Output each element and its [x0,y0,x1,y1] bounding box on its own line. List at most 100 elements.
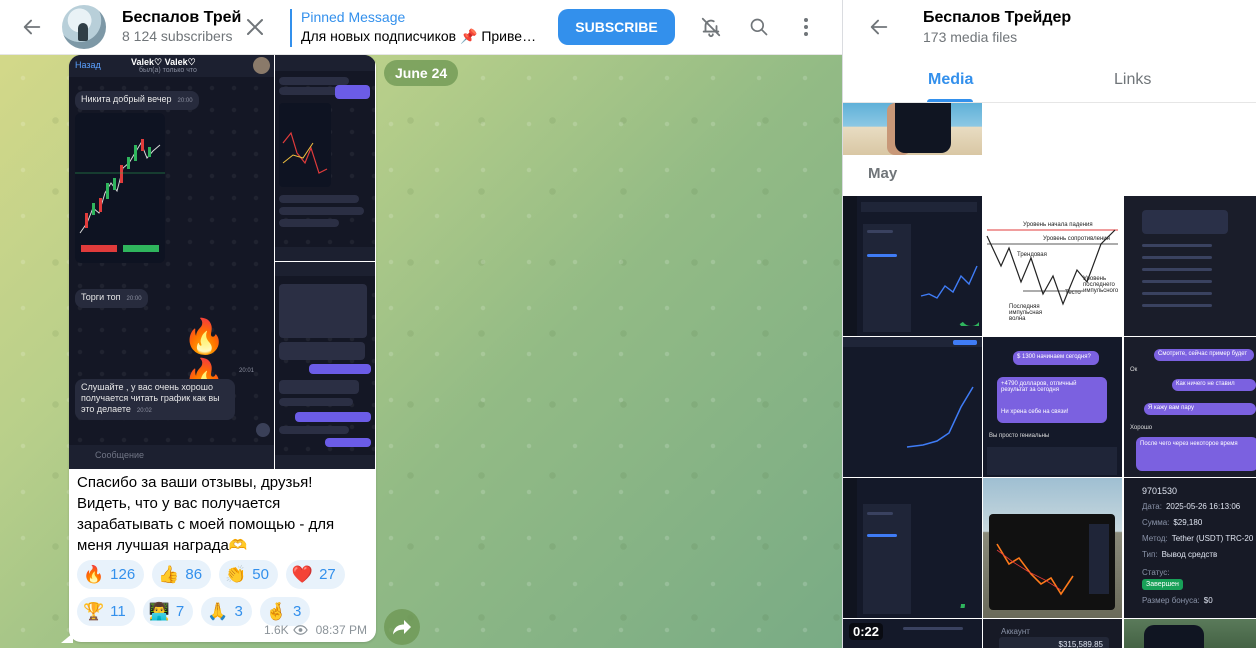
reaction-6[interactable]: 👨‍💻 7 [142,597,194,626]
active-tab-indicator [927,99,973,102]
chat-snippet: После чего через некоторое время [1140,441,1238,447]
pinned-message[interactable]: Pinned Message Для новых подписчиков 📌 П… [290,9,540,47]
diagram-label: Тесто [1065,290,1081,296]
reaction-count: 27 [319,566,336,583]
media-thumbnail[interactable]: Уровень начала падения Уровень сопротивл… [983,196,1122,336]
subscriber-count: 8 124 subscribers [122,28,233,44]
back-arrow-icon[interactable] [12,7,52,47]
chat-bubble [279,380,359,394]
reaction-emoji: 🏆 [83,602,105,621]
diagram-label: Уровень последнего импульсного [1083,276,1119,294]
reaction-emoji: 👨‍💻 [148,602,170,621]
media-thumbnail[interactable]: Смотрите, сейчас пример будет Ок Как нич… [1124,337,1256,477]
sidebar-shape [843,196,857,336]
screenshot-input-bar: Сообщение [69,445,274,469]
chat-bubble [279,195,359,203]
reaction-3[interactable]: 👏 50 [219,560,278,589]
message-photo[interactable] [275,55,375,261]
tab-links[interactable]: Links [1114,57,1151,103]
share-icon[interactable] [384,609,420,645]
shared-media-panel: Беспалов Трейдер 173 media files Media L… [842,0,1256,648]
line-shape [867,230,893,233]
receipt-id: 9701530 [1142,486,1178,496]
chat-snippet: Как ничего не ставил [1176,381,1235,387]
search-icon[interactable] [739,7,779,47]
trading-chart-image [75,113,165,263]
chat-bubble [279,426,349,434]
status-badge: Завершен [1142,579,1183,590]
chat-bubble [309,364,371,374]
message-photo[interactable] [275,262,375,469]
line-shape [867,254,897,257]
receipt-line: Сумма: $29,180 [1142,518,1202,527]
line-shape [1142,280,1212,283]
bell-off-icon[interactable] [691,7,731,47]
reaction-emoji: 🤞 [265,602,287,621]
media-thumbnail[interactable] [843,196,982,336]
chat-bubble [335,85,370,99]
reaction-5[interactable]: 🏆 11 [77,597,135,626]
reaction-emoji: 👍 [158,565,180,584]
chat-bubble [279,207,364,215]
receipt-value: 2025-05-26 16:13:06 [1165,502,1241,511]
channel-title[interactable]: Беспалов Трей [122,9,241,27]
media-thumbnail[interactable] [1124,619,1256,648]
media-thumbnail[interactable] [843,103,982,155]
media-thumbnail[interactable]: 9701530 Дата: 2025-05-26 16:13:06 Сумма: $… [1124,478,1256,618]
reaction-4[interactable]: ❤️ 27 [285,560,345,589]
tab-media[interactable]: Media [928,57,973,103]
avatar [253,57,270,74]
screenshot-nav: Назад Valek♡ Valek♡ был(а) только что [69,55,274,77]
panel-shape [1142,210,1228,234]
reaction-count: 3 [234,603,243,620]
chat-snippet: Я кажу вам пару [1148,405,1194,411]
video-duration: 0:22 [849,623,884,640]
diagram-label: Трендовая [1017,252,1047,258]
receipt-label: Сумма: [1142,518,1170,527]
scroll-down-icon [256,423,270,437]
media-thumbnail[interactable] [1124,196,1256,336]
screenshot-time: 20:00 [177,98,193,104]
media-thumbnail[interactable] [843,337,982,477]
receipt-line: Метод: Tether (USDT) TRC-20 [1142,534,1253,543]
media-thumbnail[interactable]: 0:22 [843,619,982,648]
media-thumbnail[interactable] [983,478,1122,618]
screenshot-text: Торги топ [81,292,121,302]
eye-icon [292,625,308,635]
reaction-1[interactable]: 🔥 126 [77,560,145,589]
screenshot-text: Никита добрый вечер [81,94,172,104]
media-thumbnail[interactable]: $ 1300 начинаем сегодня? +4790 долларов,… [983,337,1122,477]
line-shape [1142,292,1212,295]
subscribe-button[interactable]: SUBSCRIBE [558,9,675,45]
message-time: 08:37 PM [315,623,367,637]
reaction-7[interactable]: 🙏 3 [201,597,252,626]
reaction-emoji: 👏 [225,565,247,584]
reaction-emoji: 🔥 [83,565,105,584]
reaction-count: 7 [175,603,185,620]
chat-bubble [295,412,371,422]
reaction-2[interactable]: 👍 86 [152,560,212,589]
back-arrow-icon[interactable] [859,7,899,47]
channel-avatar[interactable] [62,5,106,49]
chat-snippet: +4790 долларов, отличный результат за се… [1001,381,1077,393]
media-thumbnail[interactable] [843,478,982,618]
more-vertical-icon[interactable] [786,7,826,47]
chat-bubble [279,284,367,338]
account-label: Аккаунт [1001,627,1030,636]
channel-message[interactable]: Назад Valek♡ Valek♡ был(а) только что Ни… [69,55,376,642]
line-shape [1142,244,1212,247]
date-pill: June 24 [384,60,459,86]
reaction-8[interactable]: 🤞 3 [259,597,311,626]
line-shape [1142,268,1212,271]
screenshot-nav [275,262,375,276]
sidebar-shape [843,478,857,618]
account-field: $315,589.85 [999,637,1109,648]
close-icon[interactable] [235,7,275,47]
media-thumbnail[interactable]: Аккаунт $315,589.85 [983,619,1122,648]
message-photo[interactable]: Назад Valek♡ Valek♡ был(а) только что Ни… [69,55,274,469]
month-label: May [868,165,898,182]
chat-bubble [279,77,349,85]
receipt-label: Тип: [1142,550,1158,559]
chat-bubble [279,398,353,406]
chat-bubble [279,87,339,95]
